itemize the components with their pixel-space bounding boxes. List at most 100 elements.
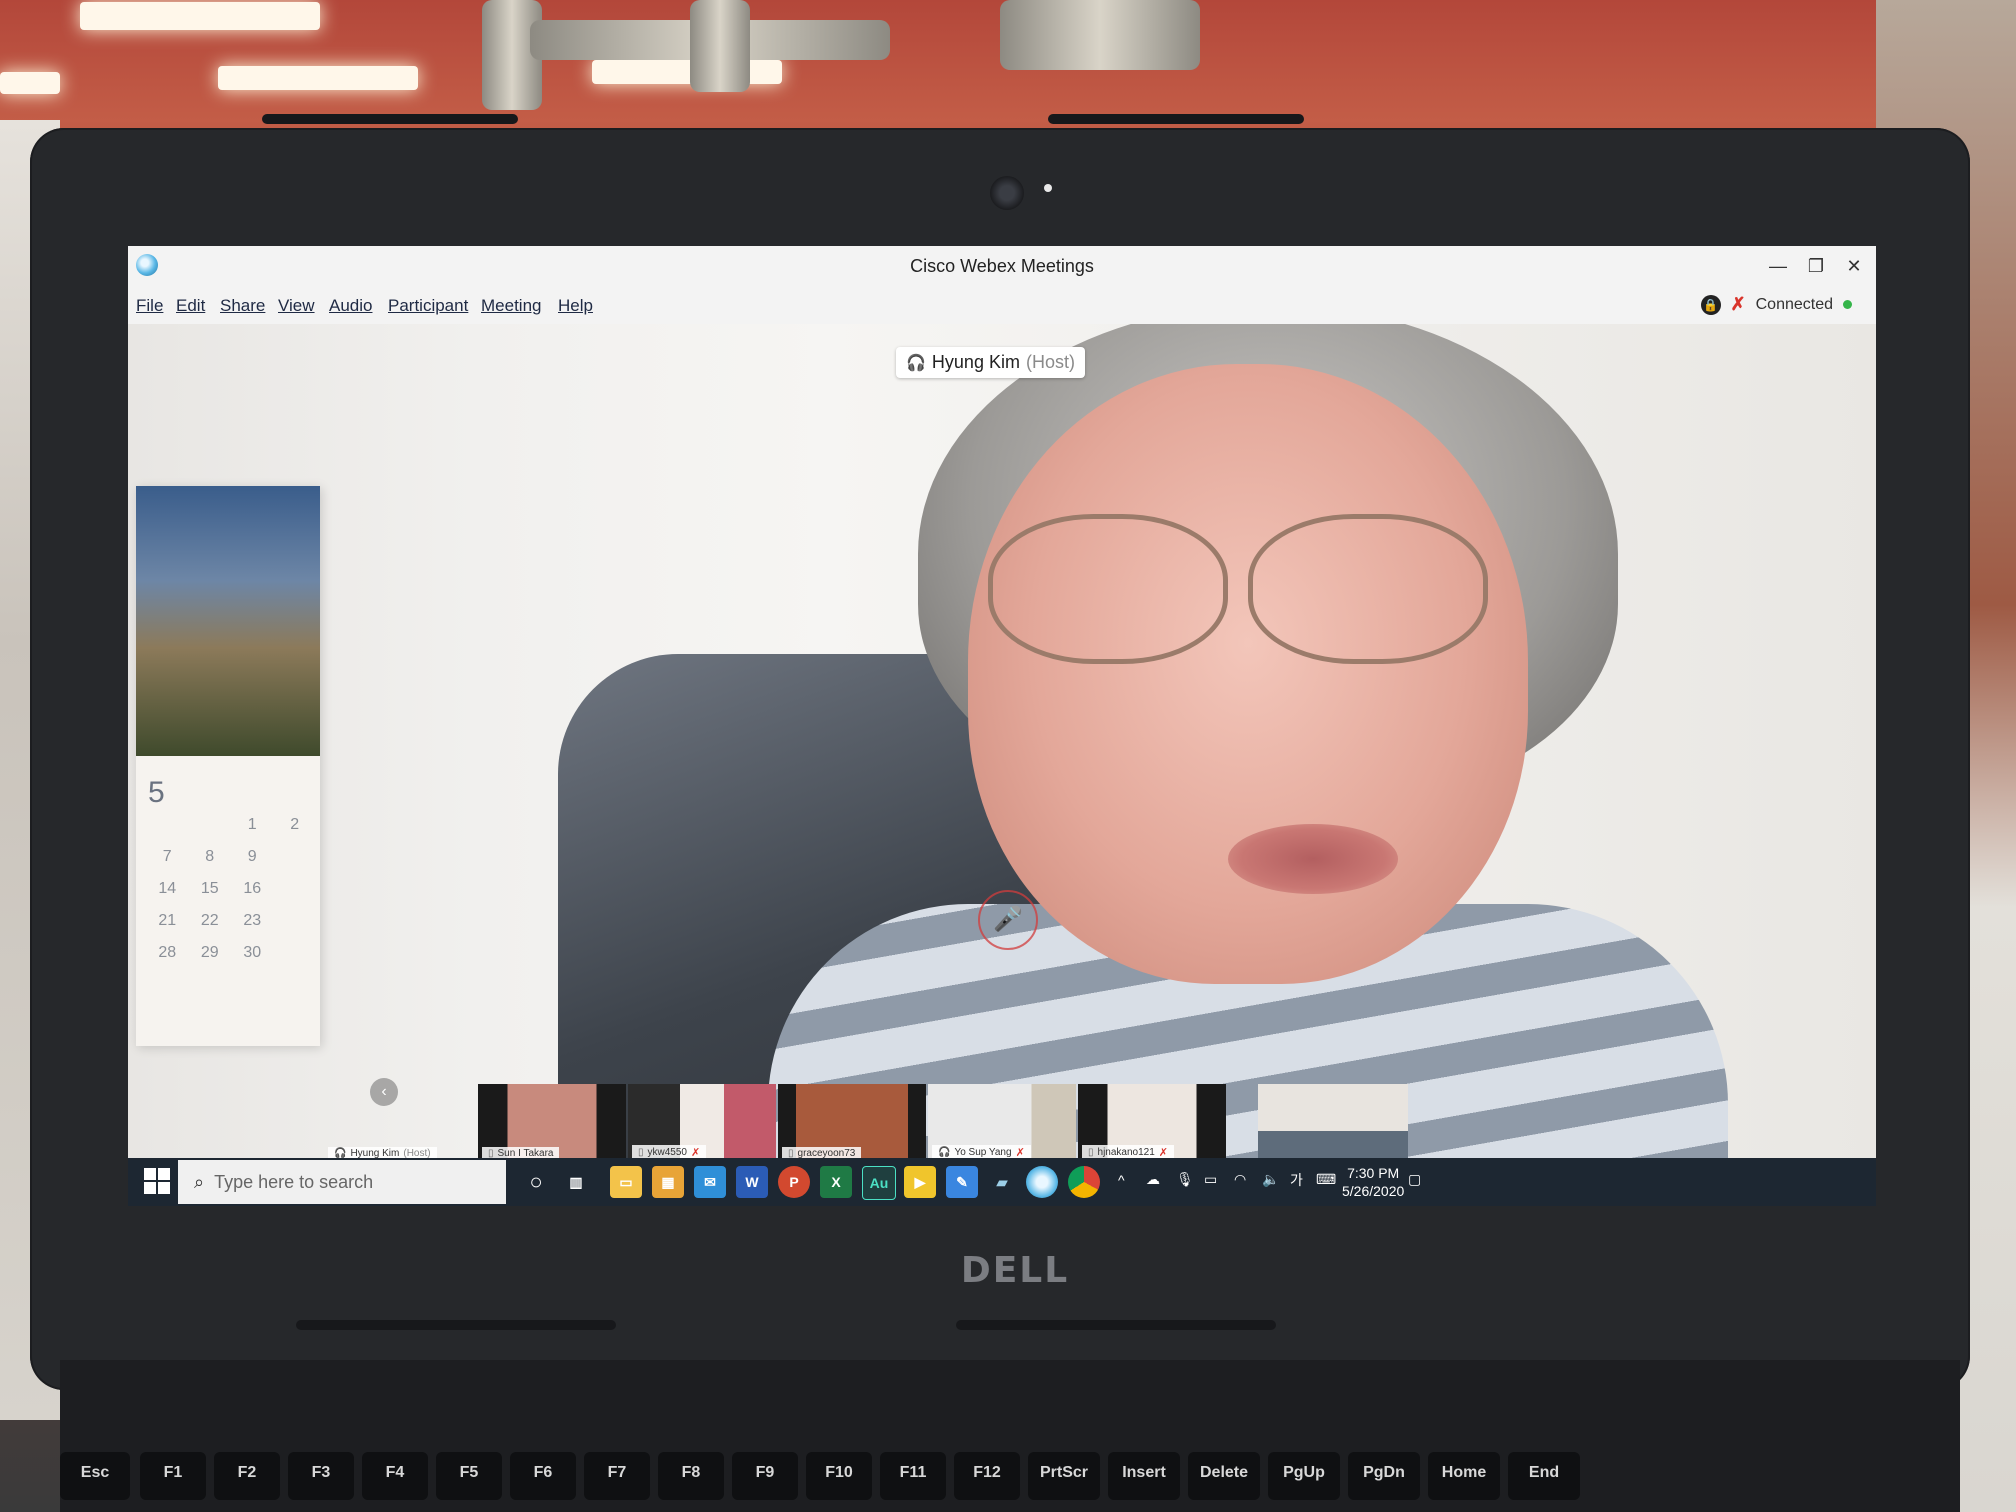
store-icon[interactable]: ▦ (652, 1166, 684, 1198)
mouth (1228, 824, 1398, 894)
menu-audio[interactable]: Audio (329, 296, 372, 316)
key-f4[interactable]: F4 (362, 1452, 428, 1500)
ceiling-light (592, 60, 782, 84)
participant-name: ykw4550 (647, 1147, 687, 1158)
webex-taskbar-icon[interactable] (1026, 1166, 1058, 1198)
mic-muted-icon[interactable]: ✗ (1731, 294, 1746, 315)
muted-icon: ✗ (1158, 1147, 1169, 1158)
restore-button[interactable]: ❐ (1802, 252, 1830, 280)
calendar-day: 22 (200, 912, 219, 929)
key-f6[interactable]: F6 (510, 1452, 576, 1500)
key-home[interactable]: Home (1428, 1452, 1500, 1500)
ime-indicator[interactable]: 가 (1290, 1170, 1303, 1190)
windows-start-icon[interactable] (144, 1168, 170, 1194)
key-f5[interactable]: F5 (436, 1452, 502, 1500)
lock-icon[interactable]: 🔒 (1700, 294, 1721, 315)
face (968, 364, 1528, 984)
active-speaker-label: 🎧 Hyung Kim (Host) (896, 347, 1085, 378)
taskbar-search[interactable]: ⌕ Type here to search (178, 1160, 506, 1204)
key-f2[interactable]: F2 (214, 1452, 280, 1500)
microphone-icon[interactable]: 🎙 (1176, 1171, 1194, 1188)
bezel-bumper (296, 1320, 616, 1330)
minimize-button[interactable]: — (1764, 252, 1792, 280)
key-f11[interactable]: F11 (880, 1452, 946, 1500)
task-view-icon[interactable]: ▥ (560, 1166, 592, 1198)
participant-thumbnail[interactable]: 🎧 Hyung Kim (Host) (328, 1084, 476, 1158)
excel-icon[interactable]: X (820, 1166, 852, 1198)
calendar-month: 5 (148, 776, 165, 809)
active-speaker-video[interactable]: 5 1 2 7 8 9 14 15 16 21 22 23 28 29 30 🎧… (128, 324, 1876, 1158)
ceiling-light (80, 2, 320, 30)
participant-name: Hyung Kim (350, 1148, 400, 1158)
window-titlebar: Cisco Webex Meetings — ❐ ✕ (128, 246, 1876, 286)
chrome-icon[interactable] (1068, 1166, 1100, 1198)
muted-icon: ✗ (1015, 1147, 1025, 1158)
participant-thumbnail[interactable] (1258, 1084, 1408, 1158)
tray-expand-icon[interactable]: ^ (1118, 1172, 1125, 1188)
clock-time: 7:30 PM (1347, 1165, 1400, 1181)
calendar-day: 16 (243, 880, 262, 897)
close-button[interactable]: ✕ (1840, 252, 1868, 280)
menu-meeting[interactable]: Meeting (481, 296, 541, 316)
battery-icon[interactable]: ▭ (1204, 1171, 1217, 1188)
calendar-day: 30 (243, 944, 262, 961)
keyboard-icon[interactable]: ⌨ (1316, 1171, 1336, 1188)
notifications-icon[interactable]: ▢ (1408, 1171, 1421, 1188)
phone-icon: ▯ (788, 1148, 794, 1158)
phone-icon: ▯ (488, 1148, 494, 1158)
key-f7[interactable]: F7 (584, 1452, 650, 1500)
key-f12[interactable]: F12 (954, 1452, 1020, 1500)
menu-view[interactable]: View (278, 296, 315, 316)
headset-icon: 🎧 (334, 1148, 347, 1158)
participant-thumbnail[interactable]: ▯ hjnakano121 ✗ (1078, 1084, 1226, 1158)
menu-edit[interactable]: Edit (176, 296, 205, 316)
calendar-day: 7 (162, 848, 172, 865)
taskbar-clock[interactable]: 7:30 PM 5/26/2020 (1342, 1164, 1404, 1200)
key-delete[interactable]: Delete (1188, 1452, 1260, 1500)
glasses-lens-left (988, 514, 1228, 664)
key-end[interactable]: End (1508, 1452, 1580, 1500)
cortana-icon[interactable]: ○ (520, 1166, 552, 1198)
key-f10[interactable]: F10 (806, 1452, 872, 1500)
powerpoint-icon[interactable]: P (778, 1166, 810, 1198)
key-f3[interactable]: F3 (288, 1452, 354, 1500)
notes-icon[interactable]: ✎ (946, 1166, 978, 1198)
connection-label: Connected (1755, 295, 1833, 313)
participant-thumbnail[interactable]: ▯ graceyoon73 (778, 1084, 926, 1158)
key-insert[interactable]: Insert (1108, 1452, 1180, 1500)
menu-file[interactable]: File (136, 296, 163, 316)
wifi-icon[interactable]: ◠ (1234, 1171, 1246, 1188)
onedrive-icon[interactable]: ☁ (1146, 1171, 1160, 1188)
menu-help[interactable]: Help (558, 296, 593, 316)
word-icon[interactable]: W (736, 1166, 768, 1198)
key-f1[interactable]: F1 (140, 1452, 206, 1500)
phone-icon: ▯ (1088, 1147, 1094, 1158)
key-esc[interactable]: Esc (60, 1452, 130, 1500)
audition-icon[interactable]: Au (862, 1166, 896, 1200)
participant-thumbnail[interactable]: ▯ Sun I Takara (478, 1084, 626, 1158)
participant-filmstrip: 🎧 Hyung Kim (Host) ▯ Sun I Takara ▯ ykw4… (328, 1084, 1808, 1158)
calendar-day: 2 (290, 816, 300, 833)
wall-calendar: 5 1 2 7 8 9 14 15 16 21 22 23 28 29 30 (136, 486, 320, 1046)
participant-label: 🎧 Yo Sup Yang ✗ (932, 1145, 1031, 1158)
menu-participant[interactable]: Participant (388, 296, 468, 316)
participant-thumbnail[interactable]: ▯ ykw4550 ✗ (628, 1084, 776, 1158)
media-player-icon[interactable]: ▶ (904, 1166, 936, 1198)
key-f9[interactable]: F9 (732, 1452, 798, 1500)
key-pgup[interactable]: PgUp (1268, 1452, 1340, 1500)
participant-thumbnail[interactable]: 🎧 Yo Sup Yang ✗ (928, 1084, 1076, 1158)
bezel-bumper (956, 1320, 1276, 1330)
laptop-screen: Cisco Webex Meetings — ❐ ✕ File Edit Sha… (128, 246, 1876, 1206)
volume-icon[interactable]: 🔈 (1262, 1171, 1279, 1188)
key-f8[interactable]: F8 (658, 1452, 724, 1500)
menu-share[interactable]: Share (220, 296, 265, 316)
key-prtscr[interactable]: PrtScr (1028, 1452, 1100, 1500)
participant-label: ▯ ykw4550 ✗ (632, 1145, 707, 1158)
mail-icon[interactable]: ✉ (694, 1166, 726, 1198)
calendar-day: 8 (205, 848, 215, 865)
calendar-photo (136, 486, 320, 756)
file-explorer-icon[interactable]: ▭ (610, 1166, 642, 1198)
network-icon[interactable]: ▰ (986, 1166, 1018, 1198)
headset-icon: 🎧 (906, 354, 926, 372)
key-pgdn[interactable]: PgDn (1348, 1452, 1420, 1500)
